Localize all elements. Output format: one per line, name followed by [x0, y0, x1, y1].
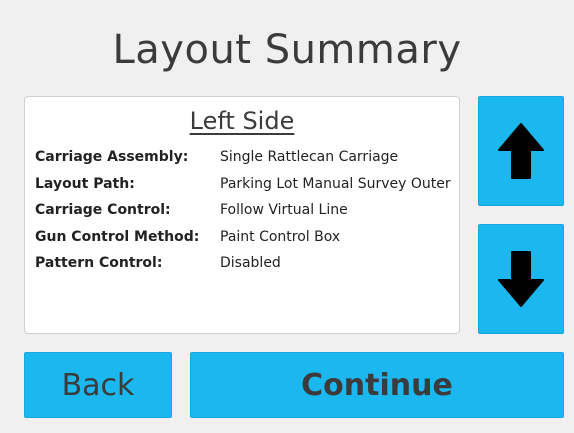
- row-value: Single Rattlecan Carriage: [220, 149, 399, 165]
- summary-panel: Left Side Carriage Assembly: Single Ratt…: [24, 96, 460, 334]
- row-label: Gun Control Method:: [35, 228, 200, 245]
- scroll-down-button[interactable]: [478, 224, 564, 334]
- continue-button[interactable]: Continue: [190, 352, 564, 418]
- summary-row-pattern-control: Pattern Control: Disabled: [35, 255, 459, 282]
- summary-row-carriage-assembly: Carriage Assembly: Single Rattlecan Carr…: [35, 149, 459, 176]
- summary-row-carriage-control: Carriage Control: Follow Virtual Line: [35, 202, 459, 229]
- arrow-down-icon: [498, 251, 544, 307]
- page-title: Layout Summary: [112, 27, 462, 73]
- summary-list: Carriage Assembly: Single Rattlecan Carr…: [35, 149, 459, 282]
- row-label: Pattern Control:: [35, 255, 163, 271]
- row-value: Disabled: [220, 255, 281, 271]
- row-label: Layout Path:: [35, 175, 135, 192]
- row-label: Carriage Assembly:: [35, 149, 189, 165]
- back-button[interactable]: Back: [24, 352, 172, 418]
- continue-button-label: Continue: [301, 367, 453, 403]
- summary-row-gun-control-method: Gun Control Method: Paint Control Box: [35, 228, 459, 256]
- summary-row-layout-path: Layout Path: Parking Lot Manual Survey O…: [35, 175, 459, 203]
- panel-heading: Left Side: [189, 107, 295, 135]
- row-value: Parking Lot Manual Survey Outer: [220, 175, 451, 192]
- arrow-up-icon: [498, 123, 544, 179]
- row-value: Follow Virtual Line: [220, 202, 348, 218]
- row-label: Carriage Control:: [35, 202, 171, 218]
- scroll-up-button[interactable]: [478, 96, 564, 206]
- back-button-label: Back: [61, 367, 135, 403]
- row-value: Paint Control Box: [220, 228, 341, 245]
